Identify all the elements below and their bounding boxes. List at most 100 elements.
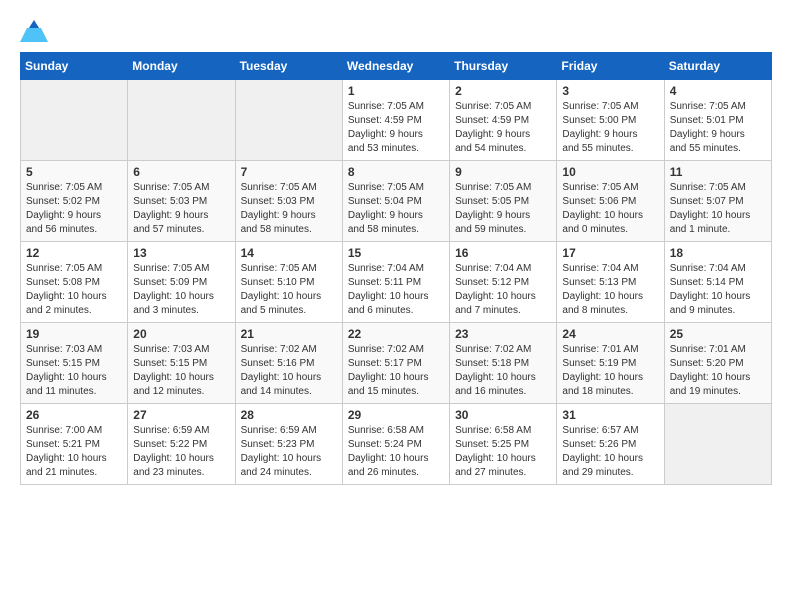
- calendar-cell: 31 Sunrise: 6:57 AM Sunset: 5:26 PM Dayli…: [557, 404, 664, 485]
- day-number: 7: [241, 165, 337, 179]
- page-header: [20, 20, 772, 42]
- day-number: 21: [241, 327, 337, 341]
- day-info: Sunrise: 7:01 AM Sunset: 5:20 PM Dayligh…: [670, 343, 766, 399]
- weekday-header-sunday: Sunday: [21, 53, 128, 80]
- day-info: Sunrise: 7:05 AM Sunset: 5:02 PM Dayligh…: [26, 181, 122, 237]
- day-info: Sunrise: 7:04 AM Sunset: 5:11 PM Dayligh…: [348, 262, 444, 318]
- day-info: Sunrise: 6:58 AM Sunset: 5:24 PM Dayligh…: [348, 424, 444, 480]
- calendar-cell: 17 Sunrise: 7:04 AM Sunset: 5:13 PM Dayli…: [557, 242, 664, 323]
- day-info: Sunrise: 7:05 AM Sunset: 5:06 PM Dayligh…: [562, 181, 658, 237]
- day-number: 17: [562, 246, 658, 260]
- calendar-week-row: 19 Sunrise: 7:03 AM Sunset: 5:15 PM Dayli…: [21, 323, 772, 404]
- day-number: 2: [455, 84, 551, 98]
- day-number: 24: [562, 327, 658, 341]
- day-number: 27: [133, 408, 229, 422]
- weekday-header-wednesday: Wednesday: [342, 53, 449, 80]
- day-number: 8: [348, 165, 444, 179]
- calendar-cell: [21, 80, 128, 161]
- calendar-table: SundayMondayTuesdayWednesdayThursdayFrid…: [20, 52, 772, 485]
- day-info: Sunrise: 7:05 AM Sunset: 5:10 PM Dayligh…: [241, 262, 337, 318]
- calendar-cell: 25Sunrise: 7:01 AM Sunset: 5:20 PM Dayli…: [664, 323, 771, 404]
- day-info: Sunrise: 7:02 AM Sunset: 5:18 PM Dayligh…: [455, 343, 551, 399]
- calendar-cell: 14 Sunrise: 7:05 AM Sunset: 5:10 PM Dayli…: [235, 242, 342, 323]
- day-info: Sunrise: 7:02 AM Sunset: 5:16 PM Dayligh…: [241, 343, 337, 399]
- day-info: Sunrise: 6:57 AM Sunset: 5:26 PM Dayligh…: [562, 424, 658, 480]
- day-number: 5: [26, 165, 122, 179]
- calendar-cell: 21 Sunrise: 7:02 AM Sunset: 5:16 PM Dayli…: [235, 323, 342, 404]
- calendar-cell: 29 Sunrise: 6:58 AM Sunset: 5:24 PM Dayli…: [342, 404, 449, 485]
- calendar-cell: 24 Sunrise: 7:01 AM Sunset: 5:19 PM Dayli…: [557, 323, 664, 404]
- calendar-cell: 27 Sunrise: 6:59 AM Sunset: 5:22 PM Dayli…: [128, 404, 235, 485]
- calendar-cell: 28 Sunrise: 6:59 AM Sunset: 5:23 PM Dayli…: [235, 404, 342, 485]
- day-number: 26: [26, 408, 122, 422]
- day-number: 31: [562, 408, 658, 422]
- day-info: Sunrise: 7:04 AM Sunset: 5:13 PM Dayligh…: [562, 262, 658, 318]
- day-number: 14: [241, 246, 337, 260]
- calendar-cell: 6 Sunrise: 7:05 AM Sunset: 5:03 PM Daylig…: [128, 161, 235, 242]
- day-info: Sunrise: 6:58 AM Sunset: 5:25 PM Dayligh…: [455, 424, 551, 480]
- day-info: Sunrise: 7:05 AM Sunset: 5:04 PM Dayligh…: [348, 181, 444, 237]
- day-number: 11: [670, 165, 766, 179]
- calendar-cell: 13 Sunrise: 7:05 AM Sunset: 5:09 PM Dayli…: [128, 242, 235, 323]
- day-info: Sunrise: 6:59 AM Sunset: 5:23 PM Dayligh…: [241, 424, 337, 480]
- day-info: Sunrise: 7:02 AM Sunset: 5:17 PM Dayligh…: [348, 343, 444, 399]
- weekday-header-tuesday: Tuesday: [235, 53, 342, 80]
- day-info: Sunrise: 7:05 AM Sunset: 5:03 PM Dayligh…: [241, 181, 337, 237]
- day-number: 10: [562, 165, 658, 179]
- calendar-cell: 5 Sunrise: 7:05 AM Sunset: 5:02 PM Daylig…: [21, 161, 128, 242]
- day-info: Sunrise: 7:01 AM Sunset: 5:19 PM Dayligh…: [562, 343, 658, 399]
- calendar-cell: 2 Sunrise: 7:05 AM Sunset: 4:59 PM Daylig…: [450, 80, 557, 161]
- calendar-cell: 22Sunrise: 7:02 AM Sunset: 5:17 PM Dayli…: [342, 323, 449, 404]
- day-info: Sunrise: 7:05 AM Sunset: 5:00 PM Dayligh…: [562, 100, 658, 156]
- day-info: Sunrise: 7:05 AM Sunset: 4:59 PM Dayligh…: [455, 100, 551, 156]
- calendar-cell: [235, 80, 342, 161]
- day-info: Sunrise: 7:03 AM Sunset: 5:15 PM Dayligh…: [26, 343, 122, 399]
- day-number: 12: [26, 246, 122, 260]
- calendar-cell: [664, 404, 771, 485]
- day-number: 23: [455, 327, 551, 341]
- day-number: 18: [670, 246, 766, 260]
- logo: [20, 20, 52, 42]
- calendar-cell: 8 Sunrise: 7:05 AM Sunset: 5:04 PM Daylig…: [342, 161, 449, 242]
- day-info: Sunrise: 7:04 AM Sunset: 5:12 PM Dayligh…: [455, 262, 551, 318]
- day-info: Sunrise: 7:05 AM Sunset: 5:09 PM Dayligh…: [133, 262, 229, 318]
- day-number: 6: [133, 165, 229, 179]
- day-number: 29: [348, 408, 444, 422]
- day-number: 28: [241, 408, 337, 422]
- logo-icon: [20, 20, 48, 42]
- calendar-cell: 19 Sunrise: 7:03 AM Sunset: 5:15 PM Dayli…: [21, 323, 128, 404]
- calendar-cell: 10 Sunrise: 7:05 AM Sunset: 5:06 PM Dayli…: [557, 161, 664, 242]
- day-info: Sunrise: 7:05 AM Sunset: 4:59 PM Dayligh…: [348, 100, 444, 156]
- calendar-week-row: 12 Sunrise: 7:05 AM Sunset: 5:08 PM Dayli…: [21, 242, 772, 323]
- calendar-cell: 7 Sunrise: 7:05 AM Sunset: 5:03 PM Daylig…: [235, 161, 342, 242]
- day-number: 4: [670, 84, 766, 98]
- calendar-cell: 20 Sunrise: 7:03 AM Sunset: 5:15 PM Dayli…: [128, 323, 235, 404]
- day-number: 15: [348, 246, 444, 260]
- calendar-cell: 4Sunrise: 7:05 AM Sunset: 5:01 PM Daylig…: [664, 80, 771, 161]
- day-number: 19: [26, 327, 122, 341]
- calendar-cell: 9Sunrise: 7:05 AM Sunset: 5:05 PM Daylig…: [450, 161, 557, 242]
- calendar-cell: 3Sunrise: 7:05 AM Sunset: 5:00 PM Daylig…: [557, 80, 664, 161]
- day-info: Sunrise: 6:59 AM Sunset: 5:22 PM Dayligh…: [133, 424, 229, 480]
- weekday-header-thursday: Thursday: [450, 53, 557, 80]
- day-number: 1: [348, 84, 444, 98]
- calendar-cell: 30Sunrise: 6:58 AM Sunset: 5:25 PM Dayli…: [450, 404, 557, 485]
- day-info: Sunrise: 7:03 AM Sunset: 5:15 PM Dayligh…: [133, 343, 229, 399]
- day-info: Sunrise: 7:05 AM Sunset: 5:08 PM Dayligh…: [26, 262, 122, 318]
- calendar-cell: 15 Sunrise: 7:04 AM Sunset: 5:11 PM Dayli…: [342, 242, 449, 323]
- day-info: Sunrise: 7:05 AM Sunset: 5:07 PM Dayligh…: [670, 181, 766, 237]
- day-number: 20: [133, 327, 229, 341]
- calendar-cell: [128, 80, 235, 161]
- calendar-cell: 12 Sunrise: 7:05 AM Sunset: 5:08 PM Dayli…: [21, 242, 128, 323]
- day-info: Sunrise: 7:00 AM Sunset: 5:21 PM Dayligh…: [26, 424, 122, 480]
- day-info: Sunrise: 7:05 AM Sunset: 5:03 PM Dayligh…: [133, 181, 229, 237]
- weekday-header-friday: Friday: [557, 53, 664, 80]
- calendar-cell: 23 Sunrise: 7:02 AM Sunset: 5:18 PM Dayli…: [450, 323, 557, 404]
- calendar-cell: 1 Sunrise: 7:05 AM Sunset: 4:59 PM Daylig…: [342, 80, 449, 161]
- day-number: 16: [455, 246, 551, 260]
- calendar-cell: 11 Sunrise: 7:05 AM Sunset: 5:07 PM Dayli…: [664, 161, 771, 242]
- weekday-header-monday: Monday: [128, 53, 235, 80]
- day-info: Sunrise: 7:04 AM Sunset: 5:14 PM Dayligh…: [670, 262, 766, 318]
- day-number: 13: [133, 246, 229, 260]
- day-info: Sunrise: 7:05 AM Sunset: 5:05 PM Dayligh…: [455, 181, 551, 237]
